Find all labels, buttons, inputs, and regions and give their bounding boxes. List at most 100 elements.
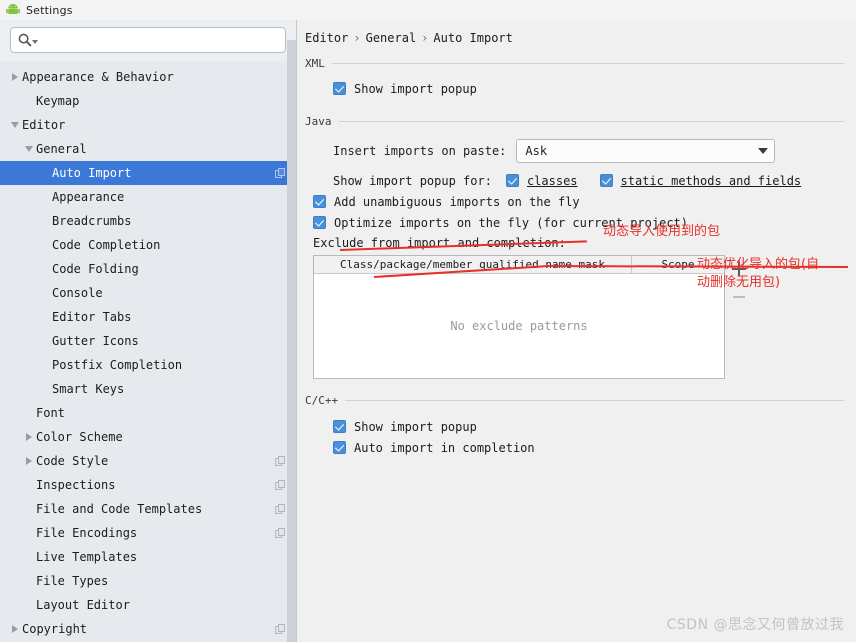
sidebar-item-label: Smart Keys <box>52 382 125 396</box>
search-container <box>0 20 296 61</box>
chevron-down-icon[interactable] <box>8 122 22 128</box>
checkbox-classes[interactable] <box>505 174 519 187</box>
copy-settings-icon[interactable] <box>275 527 286 539</box>
sidebar-item-appearance-behavior[interactable]: Appearance & Behavior <box>0 65 296 89</box>
cpp-group-title: C/C++ <box>305 394 339 407</box>
sidebar-item-label: Appearance <box>52 190 125 204</box>
breadcrumb-separator: › <box>353 31 361 45</box>
chevron-right-icon[interactable] <box>22 433 36 441</box>
sidebar-item-inspections[interactable]: Inspections <box>0 473 296 497</box>
checkbox-xml-show-import-popup[interactable] <box>333 82 346 95</box>
sidebar-item-keymap[interactable]: Keymap <box>0 89 296 113</box>
search-box[interactable] <box>10 27 286 53</box>
insert-imports-row: Insert imports on paste: Ask <box>333 138 844 164</box>
exclude-table-empty-message: No exclude patterns <box>450 319 588 333</box>
copy-settings-icon[interactable] <box>275 479 286 491</box>
sidebar-item-file-and-code-templates[interactable]: File and Code Templates <box>0 497 296 521</box>
sidebar-item-label: Postfix Completion <box>52 358 183 372</box>
settings-tree: Appearance & Behavior Keymap Editor General… <box>0 61 296 641</box>
sidebar-item-gutter-icons[interactable]: Gutter Icons <box>0 329 296 353</box>
chevron-down-icon[interactable] <box>22 146 36 152</box>
sidebar-item-label: Code Folding <box>52 262 139 276</box>
cpp-group: C/C++ Show import popup Auto import in c… <box>297 394 856 458</box>
exclude-table[interactable]: Class/package/member qualified name mask… <box>313 255 725 379</box>
sidebar-item-code-folding[interactable]: Code Folding <box>0 257 296 281</box>
cpp-group-header: C/C++ <box>305 394 844 407</box>
sidebar-item-label: Font <box>36 406 65 420</box>
annotation-text-1: 动态导入使用到的包 <box>603 224 721 239</box>
remove-exclude-button <box>731 289 747 305</box>
sidebar-item-postfix-completion[interactable]: Postfix Completion <box>0 353 296 377</box>
sidebar-item-label: Code Completion <box>52 238 161 252</box>
sidebar-item-file-encodings[interactable]: File Encodings <box>0 521 296 545</box>
java-group-title: Java <box>305 115 332 128</box>
breadcrumb-item-editor[interactable]: Editor <box>305 31 348 45</box>
chevron-right-icon[interactable] <box>8 73 22 81</box>
sidebar-item-label: File and Code Templates <box>36 502 203 516</box>
copy-settings-icon[interactable] <box>275 503 286 515</box>
insert-imports-label: Insert imports on paste: <box>333 144 507 158</box>
add-unambiguous-row[interactable]: Add unambiguous imports on the fly <box>313 191 844 212</box>
sidebar-scrollbar[interactable] <box>287 40 296 642</box>
sidebar-item-label: Inspections <box>36 478 116 492</box>
search-input[interactable] <box>42 32 279 48</box>
sidebar-item-breadcrumbs[interactable]: Breadcrumbs <box>0 209 296 233</box>
java-group-body: Insert imports on paste: Ask Show import… <box>305 128 844 379</box>
sidebar-item-editor-tabs[interactable]: Editor Tabs <box>0 305 296 329</box>
checkbox-static-methods-and-fields[interactable] <box>599 174 613 187</box>
sidebar-item-console[interactable]: Console <box>0 281 296 305</box>
xml-group-title: XML <box>305 57 325 70</box>
sidebar-item-label: Color Scheme <box>36 430 123 444</box>
divider <box>331 63 844 64</box>
copy-settings-icon[interactable] <box>275 167 286 179</box>
cpp-show-import-popup-label: Show import popup <box>354 419 477 434</box>
sidebar-item-general[interactable]: General <box>0 137 296 161</box>
sidebar-item-appearance[interactable]: Appearance <box>0 185 296 209</box>
cpp-auto-import-completion-row[interactable]: Auto import in completion <box>333 437 844 458</box>
sidebar-item-auto-import[interactable]: Auto Import <box>0 161 296 185</box>
annotation-text-3: 动删除无用包) <box>697 275 781 290</box>
sidebar-item-label: General <box>36 142 87 156</box>
sidebar-item-code-style[interactable]: Code Style <box>0 449 296 473</box>
checkbox-add-unambiguous-imports[interactable] <box>313 195 326 208</box>
sidebar-item-layout-editor[interactable]: Layout Editor <box>0 593 296 617</box>
breadcrumb-separator: › <box>421 31 429 45</box>
sidebar-item-label: Live Templates <box>36 550 138 564</box>
optimize-imports-row[interactable]: Optimize imports on the fly (for current… <box>313 212 844 233</box>
checkbox-cpp-show-import-popup[interactable] <box>333 420 346 433</box>
insert-imports-dropdown[interactable]: Ask <box>516 139 776 163</box>
annotation-text-2: 动态优化导入的包(自 <box>697 257 820 272</box>
sidebar-item-code-completion[interactable]: Code Completion <box>0 233 296 257</box>
show-import-popup-for-row: Show import popup for: classes static me… <box>333 170 844 191</box>
sidebar-item-label: Copyright <box>22 622 88 636</box>
sidebar-item-label: Console <box>52 286 103 300</box>
copy-settings-icon[interactable] <box>275 455 286 467</box>
sidebar-item-color-scheme[interactable]: Color Scheme <box>0 425 296 449</box>
sidebar-item-label: Gutter Icons <box>52 334 139 348</box>
checkbox-cpp-auto-import-in-completion[interactable] <box>333 441 346 454</box>
xml-group-header: XML <box>305 57 844 70</box>
chevron-right-icon[interactable] <box>8 625 22 633</box>
cpp-group-body: Show import popup Auto import in complet… <box>305 407 844 458</box>
copy-settings-icon[interactable] <box>275 623 286 635</box>
sidebar-item-copyright[interactable]: Copyright <box>0 617 296 641</box>
sidebar-item-live-templates[interactable]: Live Templates <box>0 545 296 569</box>
title-bar: Settings <box>0 0 856 20</box>
android-icon <box>6 3 20 17</box>
chevron-right-icon[interactable] <box>22 457 36 465</box>
sidebar-item-editor[interactable]: Editor <box>0 113 296 137</box>
breadcrumb-item-auto-import: Auto Import <box>433 31 513 45</box>
sidebar-item-smart-keys[interactable]: Smart Keys <box>0 377 296 401</box>
classes-label: classes <box>526 173 578 188</box>
breadcrumb: Editor › General › Auto Import <box>297 20 856 45</box>
cpp-auto-import-completion-label: Auto import in completion <box>354 440 535 455</box>
sidebar-item-label: Editor Tabs <box>52 310 132 324</box>
java-group-header: Java <box>305 115 844 128</box>
cpp-show-import-popup-row[interactable]: Show import popup <box>333 416 844 437</box>
sidebar-item-font[interactable]: Font <box>0 401 296 425</box>
sidebar-item-label: Breadcrumbs <box>52 214 132 228</box>
xml-show-import-popup-row[interactable]: Show import popup <box>333 78 844 99</box>
checkbox-optimize-imports[interactable] <box>313 216 326 229</box>
sidebar-item-file-types[interactable]: File Types <box>0 569 296 593</box>
breadcrumb-item-general[interactable]: General <box>366 31 417 45</box>
